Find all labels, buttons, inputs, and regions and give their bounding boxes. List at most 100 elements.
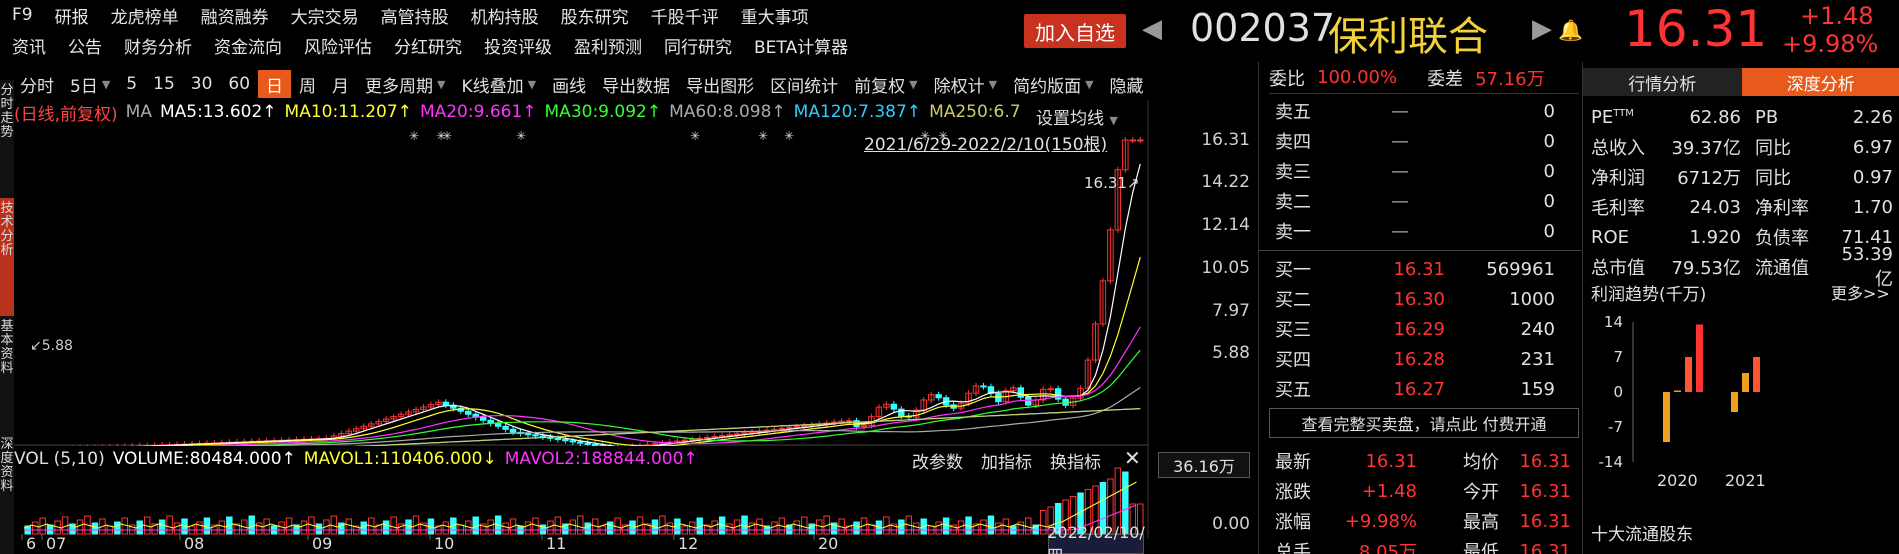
menu-item-r2-9[interactable]: BETA计算器: [754, 33, 848, 58]
toolbar-button-16[interactable]: 除权计 ▼: [926, 70, 1005, 98]
toolbar-label: 区间统计: [770, 76, 839, 97]
menu-item-r2-2[interactable]: 财务分析: [124, 33, 192, 58]
bid-row[interactable]: 买一 16.31 569961: [1275, 254, 1571, 284]
menu-item-r2-6[interactable]: 投资评级: [484, 33, 552, 58]
toolbar-button-12[interactable]: 导出数据: [594, 70, 678, 98]
menu-item-0[interactable]: F9: [12, 5, 33, 25]
add-to-watchlist-button[interactable]: 加入自选: [1024, 14, 1126, 48]
ask-volume: 0: [1543, 160, 1555, 182]
toolbar-label: 15: [153, 74, 175, 94]
analysis-tab-1[interactable]: 深度分析: [1741, 68, 1899, 96]
menu-item-4[interactable]: 大宗交易: [291, 3, 359, 28]
toolbar-button-7[interactable]: 周: [291, 70, 324, 98]
left-tab-0[interactable]: 分时走势: [0, 80, 14, 198]
vol-tool-button-0[interactable]: 改参数: [912, 448, 963, 473]
bid-row[interactable]: 买五 16.27 159: [1275, 374, 1571, 404]
bid-row[interactable]: 买四 16.28 231: [1275, 344, 1571, 374]
fin-value: 24.03: [1689, 196, 1741, 218]
svg-text:✳: ✳: [409, 129, 419, 143]
prev-stock-icon[interactable]: ◀: [1142, 14, 1162, 44]
toolbar-button-17[interactable]: 简约版面 ▼: [1005, 70, 1101, 98]
menu-item-2[interactable]: 龙虎榜单: [111, 3, 179, 28]
toolbar-label: 5: [126, 74, 138, 94]
menu-item-r2-7[interactable]: 盈利预测: [574, 33, 642, 58]
menu-item-r2-0[interactable]: 资讯: [12, 33, 46, 58]
mavol2-value: MAVOL2:188844.000↑: [504, 449, 698, 469]
fin-label: 同比: [1755, 168, 1791, 189]
left-tab-3[interactable]: 深度资料: [0, 434, 14, 552]
date-axis-label: 6: [26, 534, 36, 553]
toolbar-button-14[interactable]: 区间统计: [762, 70, 846, 98]
left-tab-2[interactable]: 基本资料: [0, 316, 14, 434]
menu-item-3[interactable]: 融资融券: [201, 3, 269, 28]
menu-item-r2-8[interactable]: 同行研究: [664, 33, 732, 58]
analysis-tab-0[interactable]: 行情分析: [1583, 68, 1742, 96]
next-stock-icon[interactable]: ▶: [1532, 14, 1552, 44]
price-axis-label: 7.97: [1212, 301, 1250, 321]
ask-row[interactable]: 卖四 — 0: [1275, 126, 1571, 156]
bid-price: 16.30: [1393, 288, 1445, 310]
stock-name: 保利联合: [1328, 14, 1488, 60]
volume-axis-zero: 0.00: [1212, 514, 1250, 534]
menu-item-7[interactable]: 股东研究: [561, 3, 629, 28]
toolbar-button-5[interactable]: 60: [220, 70, 258, 98]
price-change-pct: +9.98%: [1782, 30, 1879, 58]
chevron-down-icon: ▼: [101, 77, 111, 91]
toolbar-button-1[interactable]: 5日 ▼: [62, 70, 118, 98]
menu-item-8[interactable]: 千股千评: [651, 3, 719, 28]
mavol1-value: MAVOL1:110406.000↓: [303, 449, 497, 469]
left-tab-1[interactable]: 技术分析: [0, 198, 14, 316]
ask-row[interactable]: 卖三 — 0: [1275, 156, 1571, 186]
ask-volume: 0: [1543, 190, 1555, 212]
fin-label: 总市值: [1591, 258, 1645, 279]
bid-label: 买五: [1275, 380, 1311, 401]
toolbar-button-3[interactable]: 15: [145, 70, 183, 98]
toolbar-label: 更多周期: [365, 76, 434, 97]
toolbar-button-8[interactable]: 月: [324, 70, 357, 98]
vol-tool-button-2[interactable]: 换指标: [1050, 448, 1101, 473]
vol-tool-button-1[interactable]: 加指标: [981, 448, 1032, 473]
ma-value-5: MA120:7.387↑: [793, 102, 922, 122]
quote-row: 涨跌 +1.48 今开 16.31: [1275, 476, 1571, 506]
set-ma-button[interactable]: 设置均线 ▼: [1036, 104, 1118, 129]
menu-item-r2-1[interactable]: 公告: [68, 33, 102, 58]
menu-item-1[interactable]: 研报: [55, 3, 89, 28]
more-link[interactable]: 更多>>: [1831, 280, 1890, 304]
toolbar-button-18[interactable]: 隐藏: [1102, 70, 1152, 98]
toolbar-button-9[interactable]: 更多周期 ▼: [357, 70, 453, 98]
quote-label: 均价: [1463, 452, 1499, 473]
full-book-upgrade-button[interactable]: 查看完整买卖盘，请点此 付费开通: [1269, 408, 1579, 438]
price-axis-label: 5.88: [1212, 343, 1250, 363]
toolbar-button-4[interactable]: 30: [183, 70, 221, 98]
toolbar-button-13[interactable]: 导出图形: [678, 70, 762, 98]
svg-text:✳: ✳: [784, 129, 794, 143]
ma-value-4: MA60:8.098↑: [669, 102, 786, 122]
current-price: 16.31: [1624, 0, 1768, 58]
bid-row[interactable]: 买三 16.29 240: [1275, 314, 1571, 344]
toolbar-button-11[interactable]: 画线: [544, 70, 594, 98]
ask-row[interactable]: 卖五 — 0: [1275, 96, 1571, 126]
ask-row[interactable]: 卖一 — 0: [1275, 216, 1571, 246]
bid-label: 买三: [1275, 320, 1311, 341]
menu-item-5[interactable]: 高管持股: [381, 3, 449, 28]
bid-row[interactable]: 买二 16.30 1000: [1275, 284, 1571, 314]
date-cursor-label: 2022/02/10/四: [1047, 523, 1145, 554]
toolbar-button-2[interactable]: 5: [118, 70, 145, 98]
menu-item-r2-4[interactable]: 风险评估: [304, 33, 372, 58]
menu-item-6[interactable]: 机构持股: [471, 3, 539, 28]
bid-price: 16.28: [1393, 348, 1445, 370]
toolbar-label: 分时: [20, 76, 54, 97]
price-axis-label: 16.31: [1201, 130, 1250, 150]
chart-toolbar: 分时 5日 ▼ 5 15 30 60 日周月更多周期 ▼ K线叠加 ▼ 画线 导出数据 导出图形 区间统计前…: [12, 70, 1265, 98]
vol-label: VOL (5,10): [14, 449, 105, 469]
menu-item-9[interactable]: 重大事项: [741, 3, 809, 28]
menu-item-r2-3[interactable]: 资金流向: [214, 33, 282, 58]
toolbar-button-6[interactable]: 日: [258, 70, 292, 98]
toolbar-button-10[interactable]: K线叠加 ▼: [454, 70, 545, 98]
ask-row[interactable]: 卖二 — 0: [1275, 186, 1571, 216]
menu-item-r2-5[interactable]: 分红研究: [394, 33, 462, 58]
toolbar-button-0[interactable]: 分时: [12, 70, 62, 98]
close-icon[interactable]: ✕: [1124, 446, 1141, 470]
toolbar-button-15[interactable]: 前复权 ▼: [846, 70, 925, 98]
bell-icon[interactable]: 🔔: [1558, 18, 1583, 42]
